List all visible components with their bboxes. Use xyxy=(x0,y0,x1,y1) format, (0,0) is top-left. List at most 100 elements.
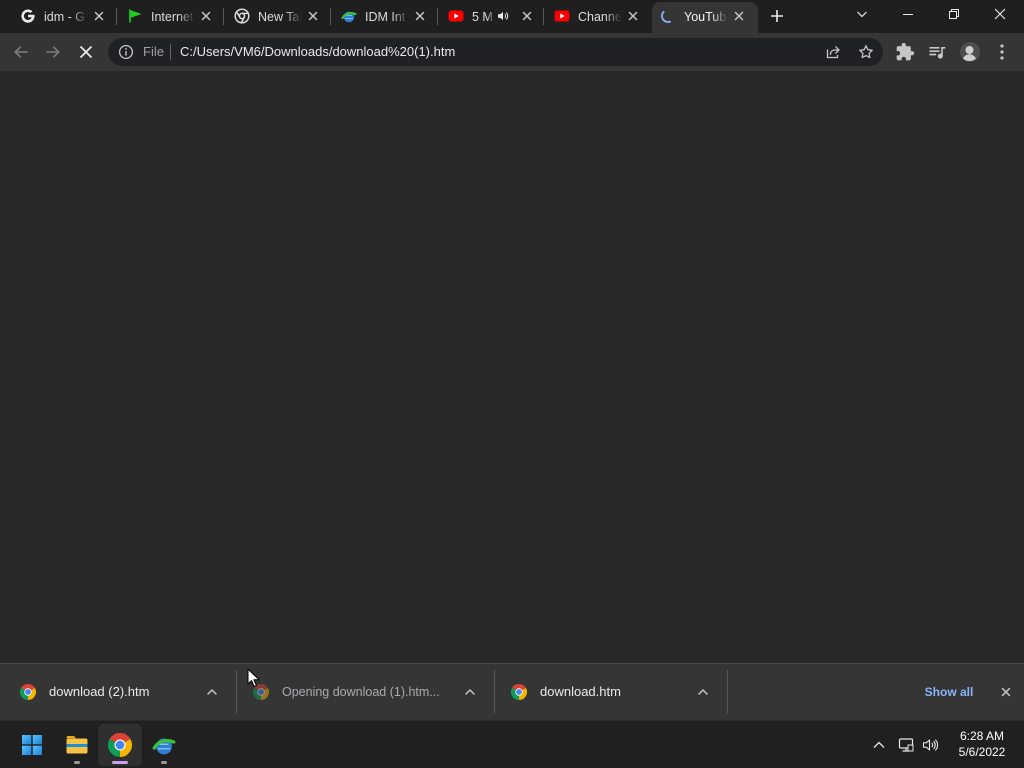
tab-idm[interactable]: IDM Int xyxy=(333,2,439,33)
extensions-button[interactable] xyxy=(895,42,915,62)
loading-spinner-icon xyxy=(660,8,676,24)
download-filename: Opening download (1).htm... xyxy=(282,685,440,699)
queue-music-icon xyxy=(929,47,946,59)
tab-title: Internet xyxy=(151,10,194,24)
idm-icon[interactable] xyxy=(152,733,176,757)
avatar-icon xyxy=(960,42,980,62)
windows-taskbar: 6:28 AM 5/6/2022 xyxy=(0,720,1024,768)
tab-search-button[interactable] xyxy=(856,8,868,20)
tab-idm-search[interactable]: idm - G xyxy=(12,2,118,33)
google-icon xyxy=(20,8,36,24)
plus-icon xyxy=(771,10,783,22)
tab-separator xyxy=(116,8,117,25)
tab-close-icon[interactable] xyxy=(519,8,535,24)
file-explorer-icon[interactable] xyxy=(65,733,89,757)
download-filename: download.htm xyxy=(540,684,621,699)
running-indicator xyxy=(161,761,167,764)
tab-separator xyxy=(437,8,438,25)
tab-title: IDM Int xyxy=(365,10,406,24)
browser-menu-button[interactable] xyxy=(992,42,1012,62)
tab-title: YouTub xyxy=(684,10,727,24)
tab-title: 5 M xyxy=(472,10,493,24)
chrome-icon xyxy=(234,8,250,24)
download-shelf: download (2).htm Opening download (1).ht… xyxy=(0,663,1024,720)
running-indicator xyxy=(74,761,80,764)
forward-button[interactable] xyxy=(43,42,63,62)
show-all-downloads-link[interactable]: Show all xyxy=(922,683,976,701)
speaker-icon[interactable] xyxy=(922,737,938,753)
tab-title: idm - G xyxy=(44,10,85,24)
restore-button[interactable] xyxy=(948,8,960,20)
download-item[interactable]: download (2).htm xyxy=(4,664,236,720)
download-separator xyxy=(236,670,237,713)
close-window-button[interactable] xyxy=(994,8,1006,20)
chevron-up-icon[interactable] xyxy=(462,684,478,700)
site-info-icon[interactable] xyxy=(118,44,134,60)
chrome-icon[interactable] xyxy=(108,733,132,757)
tab-title: New Tab xyxy=(258,10,302,24)
chevron-up-icon[interactable] xyxy=(204,684,220,700)
tab-new-tab[interactable]: New Tab xyxy=(226,2,332,33)
bookmark-star-icon[interactable] xyxy=(858,44,874,60)
kebab-menu-icon xyxy=(1000,44,1004,60)
windows-start-icon[interactable] xyxy=(22,735,42,755)
close-shelf-icon[interactable] xyxy=(998,684,1014,700)
forward-arrow-icon xyxy=(46,46,60,58)
chevron-up-icon[interactable] xyxy=(695,684,711,700)
download-separator xyxy=(494,670,495,713)
page-content xyxy=(0,71,1024,663)
clock-time: 6:28 AM xyxy=(959,729,1005,743)
active-indicator xyxy=(112,761,128,764)
system-clock[interactable]: 6:28 AM 5/6/2022 xyxy=(950,728,1014,760)
chevron-up-icon[interactable] xyxy=(871,737,887,753)
tab-internet[interactable]: Internet xyxy=(119,2,225,33)
new-tab-button[interactable] xyxy=(769,8,785,24)
profile-avatar[interactable] xyxy=(960,42,980,62)
tab-close-icon[interactable] xyxy=(198,8,214,24)
chrome-file-icon xyxy=(511,684,527,700)
minimize-button[interactable] xyxy=(902,8,914,20)
download-item[interactable]: download.htm xyxy=(496,664,726,720)
tab-close-icon[interactable] xyxy=(412,8,428,24)
tab-title: Channe xyxy=(578,10,622,24)
back-button[interactable] xyxy=(11,42,31,62)
green-flag-icon xyxy=(127,8,143,24)
download-separator xyxy=(727,670,728,713)
url-text[interactable]: C:/Users/VM6/Downloads/download%20(1).ht… xyxy=(180,44,455,60)
minimize-icon xyxy=(903,14,913,15)
network-icon[interactable] xyxy=(898,737,914,753)
download-item[interactable]: Opening download (1).htm... xyxy=(238,664,493,720)
youtube-icon xyxy=(448,8,464,24)
tab-close-icon[interactable] xyxy=(305,8,321,24)
mouse-cursor-icon xyxy=(247,668,260,688)
tab-close-icon[interactable] xyxy=(91,8,107,24)
stop-loading-button[interactable] xyxy=(76,42,96,62)
tab-youtube-audio[interactable]: 5 M xyxy=(440,2,546,33)
chrome-file-icon xyxy=(20,684,36,700)
chevron-down-icon xyxy=(857,11,867,18)
close-icon xyxy=(994,8,1006,20)
toolbar: File C:/Users/VM6/Downloads/download%20(… xyxy=(0,33,1024,71)
tab-youtube-active[interactable]: YouTub xyxy=(652,2,758,33)
share-icon[interactable] xyxy=(825,44,841,60)
stop-icon xyxy=(79,45,93,59)
clock-date: 5/6/2022 xyxy=(958,745,1006,759)
speaker-icon[interactable] xyxy=(497,10,509,22)
tab-close-icon[interactable] xyxy=(731,8,747,24)
media-controls-button[interactable] xyxy=(927,42,947,62)
omnibox-divider xyxy=(170,44,171,60)
tab-close-icon[interactable] xyxy=(625,8,641,24)
tab-youtube-channel[interactable]: Channe xyxy=(546,2,652,33)
download-filename: download (2).htm xyxy=(49,684,150,699)
tab-separator xyxy=(543,8,544,25)
address-bar[interactable]: File C:/Users/VM6/Downloads/download%20(… xyxy=(108,38,883,66)
url-scheme-label: File xyxy=(143,44,164,59)
tab-strip: idm - G Internet New Tab IDM Int 5 M Cha… xyxy=(0,0,1024,33)
idm-icon xyxy=(341,8,357,24)
puzzle-icon xyxy=(896,42,915,61)
youtube-icon xyxy=(554,8,570,24)
tab-separator xyxy=(330,8,331,25)
back-arrow-icon xyxy=(14,46,28,58)
tab-separator xyxy=(223,8,224,25)
restore-icon xyxy=(949,9,959,19)
